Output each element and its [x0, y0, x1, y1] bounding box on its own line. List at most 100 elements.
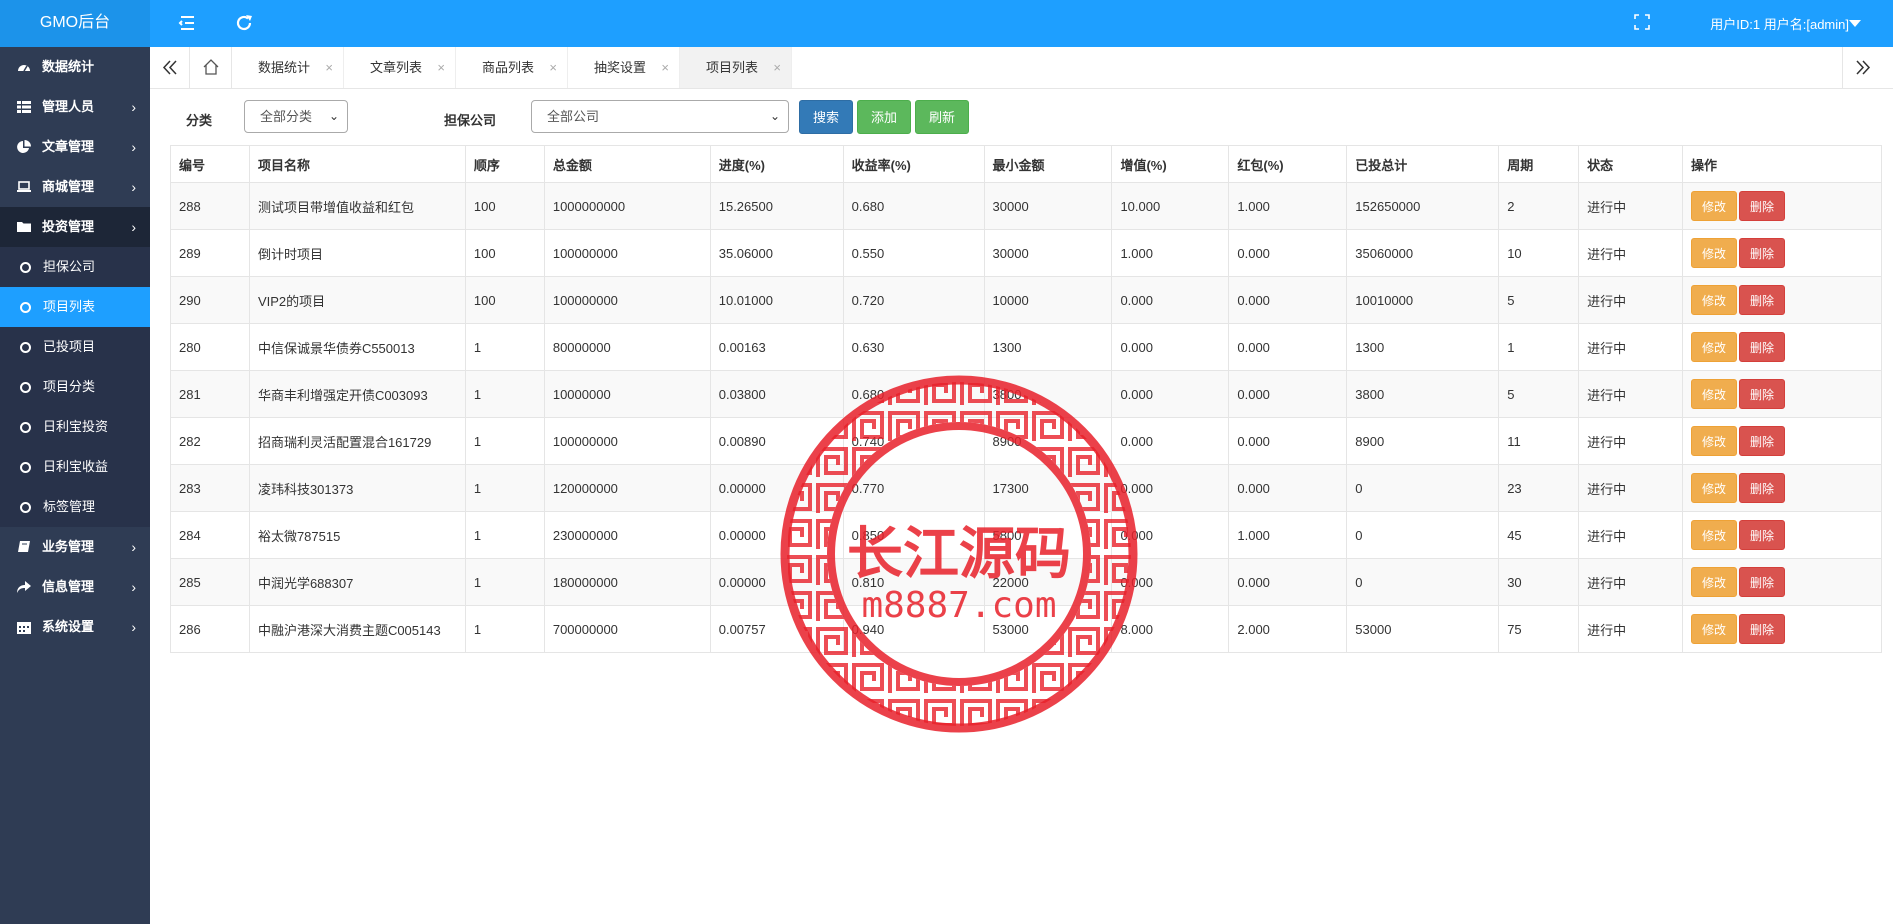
- table-cell: 0.000: [1111, 370, 1230, 418]
- table-cell: 0.000: [1111, 276, 1230, 324]
- edit-button[interactable]: 修改: [1691, 285, 1738, 315]
- user-info[interactable]: 用户ID:1 用户名:[admin]: [1710, 14, 1849, 33]
- table-cell: 290: [170, 276, 250, 324]
- delete-button[interactable]: 删除: [1739, 567, 1786, 597]
- table-cell: 0.770: [842, 464, 985, 512]
- tabs-scroll-left-button[interactable]: [150, 47, 190, 88]
- close-icon[interactable]: ×: [661, 47, 669, 88]
- delete-button[interactable]: 删除: [1739, 473, 1786, 503]
- calendar-icon: [17, 622, 31, 634]
- sidebar-item-articles[interactable]: 文章管理 ›: [0, 127, 150, 167]
- delete-button[interactable]: 删除: [1739, 426, 1786, 456]
- tab-product-list[interactable]: 商品列表 ×: [456, 47, 568, 88]
- delete-button[interactable]: 删除: [1739, 285, 1786, 315]
- submenu-tag-management[interactable]: 标签管理: [0, 487, 150, 527]
- table-cell: 0.740: [842, 417, 985, 465]
- edit-button[interactable]: 修改: [1691, 614, 1738, 644]
- table-cell: 1: [464, 511, 545, 559]
- table-cell: 10000: [983, 276, 1113, 324]
- table-cell: 0.00890: [709, 417, 844, 465]
- close-icon[interactable]: ×: [773, 47, 781, 88]
- circle-icon: [20, 462, 31, 473]
- edit-button[interactable]: 修改: [1691, 379, 1738, 409]
- sidebar-item-business[interactable]: 业务管理 ›: [0, 527, 150, 567]
- table-cell: 0.630: [842, 323, 985, 371]
- fullscreen-icon[interactable]: [1632, 12, 1654, 34]
- edit-button[interactable]: 修改: [1691, 332, 1738, 362]
- add-button[interactable]: 添加: [857, 100, 911, 134]
- submenu-guarantee-company[interactable]: 担保公司: [0, 247, 150, 287]
- table-cell: 0: [1346, 464, 1500, 512]
- close-icon[interactable]: ×: [437, 47, 445, 88]
- delete-button[interactable]: 删除: [1739, 520, 1786, 550]
- chevron-right-icon: ›: [131, 539, 136, 555]
- sidebar-item-settings[interactable]: 系统设置 ›: [0, 607, 150, 647]
- submenu-daily-invest[interactable]: 日利宝投资: [0, 407, 150, 447]
- company-select[interactable]: 全部公司 ⌄: [531, 100, 789, 133]
- column-header: 收益率(%): [842, 145, 985, 183]
- table-cell: 1.000: [1228, 182, 1348, 230]
- home-tab[interactable]: [190, 47, 232, 88]
- home-icon: [203, 59, 219, 75]
- sidebar-item-label: 信息管理: [42, 579, 95, 594]
- edit-button[interactable]: 修改: [1691, 238, 1738, 268]
- delete-button[interactable]: 删除: [1739, 332, 1786, 362]
- caret-down-icon[interactable]: [1849, 20, 1861, 27]
- edit-button[interactable]: 修改: [1691, 520, 1738, 550]
- table-cell: 10.000: [1111, 182, 1230, 230]
- close-icon[interactable]: ×: [325, 47, 333, 88]
- sidebar-item-statistics[interactable]: 数据统计: [0, 47, 150, 87]
- table-cell: 285: [170, 558, 250, 606]
- table-cell: 100: [464, 182, 545, 230]
- close-icon[interactable]: ×: [549, 47, 557, 88]
- edit-button[interactable]: 修改: [1691, 567, 1738, 597]
- refresh-icon[interactable]: [233, 12, 255, 34]
- table-cell: 0.680: [842, 370, 985, 418]
- search-button[interactable]: 搜索: [799, 100, 853, 134]
- table-cell: 22000: [983, 558, 1113, 606]
- tab-project-list[interactable]: 项目列表 ×: [680, 47, 792, 88]
- delete-button[interactable]: 删除: [1739, 614, 1786, 644]
- submenu-project-category[interactable]: 项目分类: [0, 367, 150, 407]
- table-row: 286 中融沪港深大消费主题C005143 1 700000000 0.00757 0.9…: [170, 605, 1882, 653]
- column-header: 总金额: [543, 145, 711, 183]
- edit-button[interactable]: 修改: [1691, 191, 1738, 221]
- double-chevron-left-icon: [162, 60, 177, 75]
- sidebar-item-mall[interactable]: 商城管理 ›: [0, 167, 150, 207]
- edit-button[interactable]: 修改: [1691, 426, 1738, 456]
- sidebar-item-info[interactable]: 信息管理 ›: [0, 567, 150, 607]
- chevron-down-icon: ⌄: [328, 109, 339, 123]
- table-cell: 1: [464, 323, 545, 371]
- table-cell: 华商丰利增强定开债C003093: [248, 370, 466, 418]
- chevron-right-icon: ›: [131, 179, 136, 195]
- submenu-daily-income[interactable]: 日利宝收益: [0, 447, 150, 487]
- table-cell: 0.000: [1111, 558, 1230, 606]
- sidebar-item-investment[interactable]: 投资管理 ›: [0, 207, 150, 247]
- category-select[interactable]: 全部分类 ⌄: [244, 100, 348, 133]
- edit-button[interactable]: 修改: [1691, 473, 1738, 503]
- circle-icon: [20, 422, 31, 433]
- table-cell: 进行中: [1578, 276, 1684, 324]
- sidebar-item-label: 业务管理: [42, 539, 95, 554]
- tabs-scroll-right-button[interactable]: [1842, 47, 1882, 88]
- table-row: 284 裕太微787515 1 230000000 0.00000 0.850 5800 0.…: [170, 511, 1882, 559]
- submenu-project-list[interactable]: 项目列表: [0, 287, 150, 327]
- tab-article-list[interactable]: 文章列表 ×: [344, 47, 456, 88]
- table-cell: 53000: [983, 605, 1113, 653]
- menu-toggle-icon[interactable]: [176, 12, 198, 34]
- delete-button[interactable]: 删除: [1739, 238, 1786, 268]
- table-cell: 0.000: [1228, 229, 1348, 277]
- actions-cell: 修改 删除: [1682, 558, 1882, 606]
- submenu-invested-projects[interactable]: 已投项目: [0, 327, 150, 367]
- table-cell: 0.000: [1228, 558, 1348, 606]
- sidebar-item-admins[interactable]: 管理人员 ›: [0, 87, 150, 127]
- actions-cell: 修改 删除: [1682, 276, 1882, 324]
- tab-lottery-settings[interactable]: 抽奖设置 ×: [568, 47, 680, 88]
- table-cell: 120000000: [543, 464, 711, 512]
- table-cell: 1.000: [1228, 511, 1348, 559]
- delete-button[interactable]: 删除: [1739, 379, 1786, 409]
- tab-statistics[interactable]: 数据统计 ×: [232, 47, 344, 88]
- delete-button[interactable]: 删除: [1739, 191, 1786, 221]
- table-cell: 100000000: [543, 229, 711, 277]
- refresh-button[interactable]: 刷新: [915, 100, 969, 134]
